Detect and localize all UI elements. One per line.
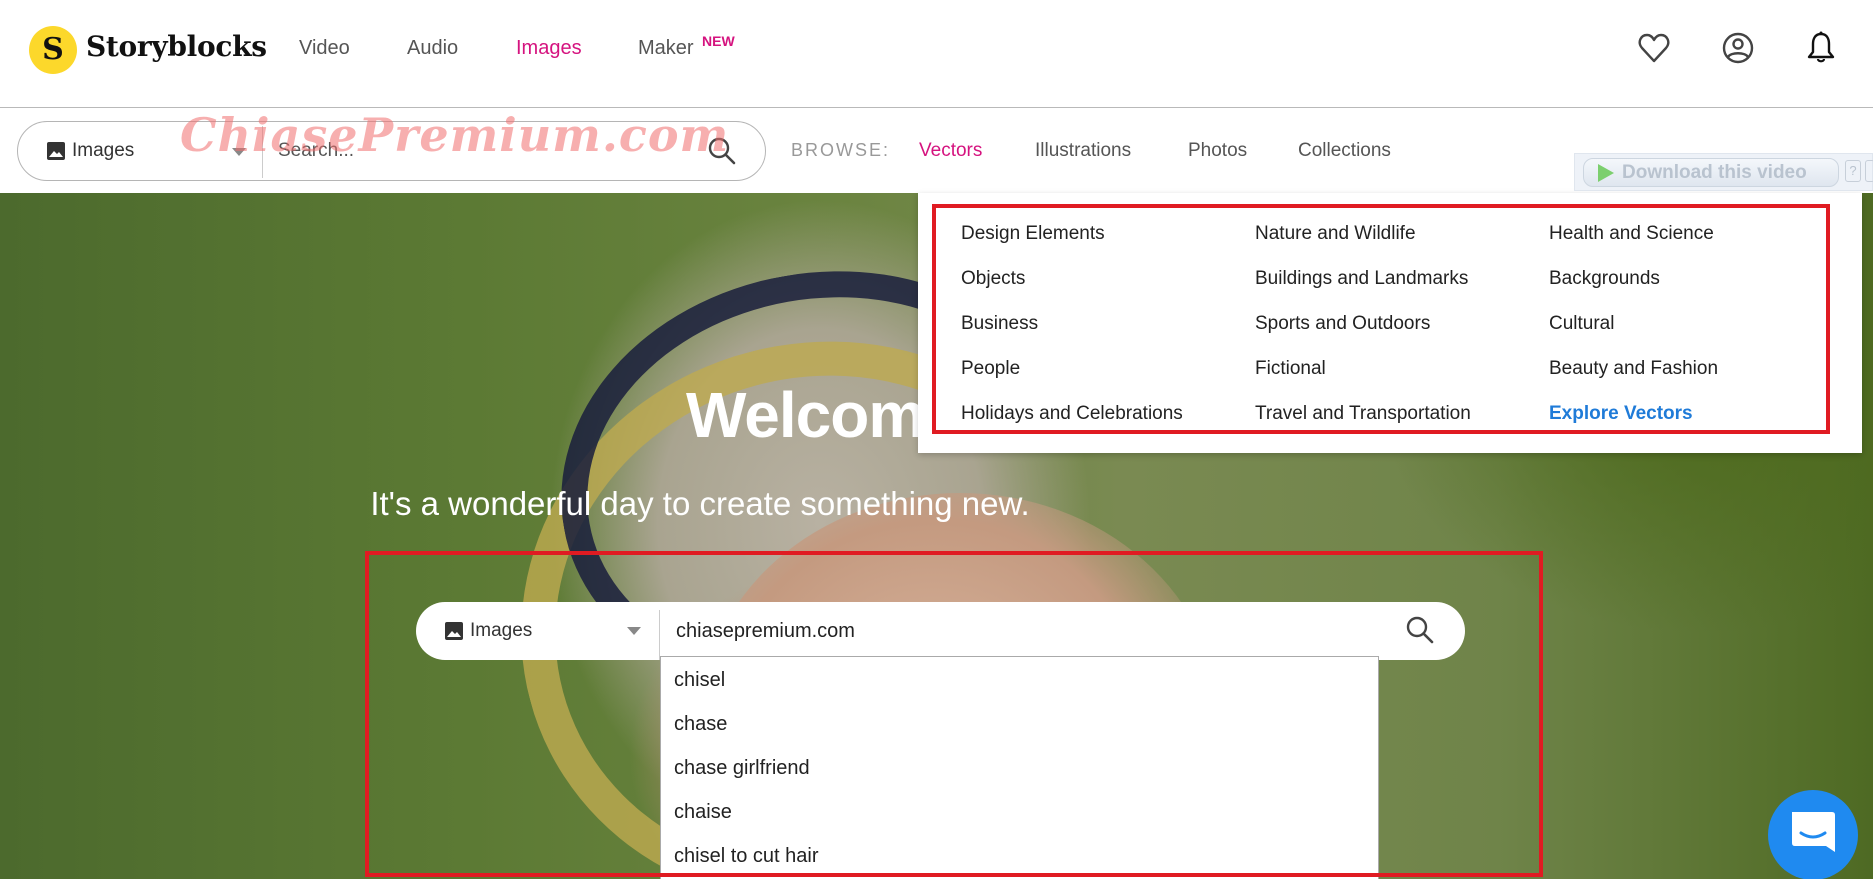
- vectors-dropdown: Design Elements Objects Business People …: [918, 193, 1862, 453]
- menu-item-sports[interactable]: Sports and Outdoors: [1255, 313, 1430, 335]
- menu-item-travel[interactable]: Travel and Transportation: [1255, 403, 1471, 425]
- account-icon[interactable]: [1720, 30, 1756, 66]
- download-video-label: Download this video: [1622, 161, 1807, 183]
- close-button[interactable]: [1865, 160, 1873, 182]
- menu-item-people[interactable]: People: [961, 358, 1020, 380]
- chevron-down-icon: [627, 627, 641, 635]
- menu-item-design-elements[interactable]: Design Elements: [961, 223, 1105, 245]
- hero-category-select[interactable]: Images: [416, 602, 659, 660]
- menu-item-buildings[interactable]: Buildings and Landmarks: [1255, 268, 1468, 290]
- heart-icon[interactable]: [1636, 30, 1672, 66]
- hero-search-input[interactable]: [676, 615, 1376, 647]
- menu-item-holidays[interactable]: Holidays and Celebrations: [961, 403, 1183, 425]
- download-video-bar: Download this video ?: [1574, 153, 1873, 191]
- storyblocks-logo[interactable]: S: [29, 26, 77, 74]
- divider: [262, 126, 263, 178]
- bell-icon[interactable]: [1803, 30, 1839, 66]
- menu-item-cultural[interactable]: Cultural: [1549, 313, 1614, 335]
- hero-search-bar: Images: [416, 602, 1465, 660]
- new-badge: NEW: [702, 33, 735, 49]
- brand-name[interactable]: Storyblocks: [86, 30, 267, 63]
- nav-maker[interactable]: Maker: [638, 37, 694, 60]
- browse-vectors[interactable]: Vectors: [919, 140, 982, 162]
- nav-video[interactable]: Video: [299, 37, 350, 60]
- suggestion-item[interactable]: chisel: [674, 669, 725, 692]
- chevron-down-icon: [232, 148, 246, 156]
- search-suggestions: chisel chase chase girlfriend chaise chi…: [660, 656, 1379, 879]
- suggestion-item[interactable]: chase: [674, 713, 727, 736]
- download-video-button[interactable]: Download this video: [1583, 158, 1839, 187]
- category-select[interactable]: Images: [18, 122, 262, 180]
- menu-item-nature[interactable]: Nature and Wildlife: [1255, 223, 1416, 245]
- help-button[interactable]: ?: [1845, 160, 1861, 182]
- image-icon: [47, 142, 65, 160]
- menu-item-health[interactable]: Health and Science: [1549, 223, 1714, 245]
- top-header: S Storyblocks Video Audio Images Maker N…: [0, 0, 1873, 108]
- suggestion-item[interactable]: chase girlfriend: [674, 757, 810, 780]
- suggestion-item[interactable]: chisel to cut hair: [674, 845, 819, 868]
- play-icon: [1598, 163, 1614, 182]
- menu-item-fictional[interactable]: Fictional: [1255, 358, 1326, 380]
- menu-item-business[interactable]: Business: [961, 313, 1038, 335]
- nav-images[interactable]: Images: [516, 37, 582, 60]
- menu-item-objects[interactable]: Objects: [961, 268, 1025, 290]
- menu-item-backgrounds[interactable]: Backgrounds: [1549, 268, 1660, 290]
- browse-illustrations[interactable]: Illustrations: [1035, 140, 1131, 162]
- hero-subtitle: It's a wonderful day to create something…: [370, 485, 1030, 522]
- search-input[interactable]: [278, 136, 698, 166]
- explore-vectors-link[interactable]: Explore Vectors: [1549, 403, 1693, 425]
- chat-launcher[interactable]: [1768, 790, 1858, 879]
- divider: [659, 610, 660, 660]
- search-icon[interactable]: [707, 136, 737, 166]
- category-label: Images: [72, 140, 135, 161]
- suggestion-item[interactable]: chaise: [674, 801, 732, 824]
- logo-glyph: S: [42, 32, 64, 67]
- image-icon: [445, 622, 463, 640]
- header-search-bar: Images: [17, 121, 766, 181]
- browse-label: BROWSE:: [791, 140, 891, 160]
- search-icon[interactable]: [1405, 615, 1435, 645]
- chat-icon: [1792, 812, 1835, 852]
- browse-photos[interactable]: Photos: [1188, 140, 1247, 162]
- menu-item-beauty[interactable]: Beauty and Fashion: [1549, 358, 1718, 380]
- hero-category-label: Images: [470, 620, 533, 641]
- nav-audio[interactable]: Audio: [407, 37, 458, 60]
- browse-collections[interactable]: Collections: [1298, 140, 1391, 162]
